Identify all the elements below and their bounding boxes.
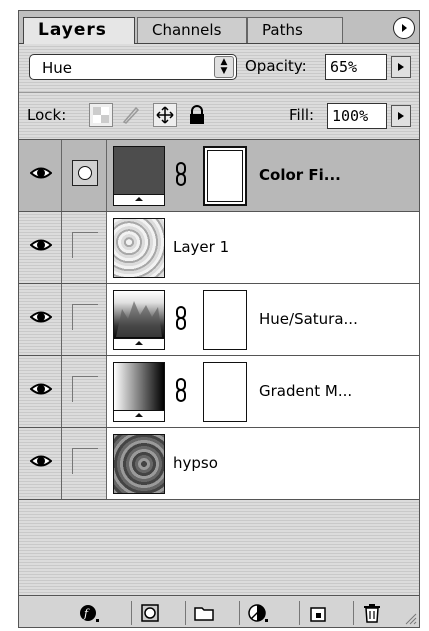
layer-content: Layer 1 <box>107 212 419 283</box>
tab-layers[interactable]: Layers <box>23 17 135 44</box>
resize-grip-icon[interactable] <box>403 611 417 625</box>
visibility-cell[interactable] <box>19 212 62 283</box>
eye-icon <box>30 311 52 323</box>
triangle-right-icon <box>398 112 404 120</box>
layer-name: Color Fi... <box>259 166 341 184</box>
eye-icon <box>30 167 52 179</box>
visibility-cell[interactable] <box>19 356 62 427</box>
new-layer-button[interactable] <box>299 601 336 625</box>
new-group-button[interactable] <box>185 601 222 625</box>
link-cell[interactable] <box>62 140 107 211</box>
lock-position-button[interactable] <box>153 103 177 127</box>
fill-label: Fill: <box>289 106 315 124</box>
chain-link-icon[interactable] <box>175 162 187 186</box>
brush-icon <box>122 106 140 124</box>
layers-list: Color Fi... Layer 1 Hue/Satura... Graden… <box>19 140 419 596</box>
texture-thumbnail <box>113 218 165 278</box>
chain-link-icon[interactable] <box>175 306 187 330</box>
visibility-cell[interactable] <box>19 428 62 499</box>
link-box <box>72 448 98 474</box>
add-mask-button[interactable] <box>131 601 168 625</box>
layer-content: Hue/Satura... <box>107 284 419 355</box>
layer-mask-thumbnail[interactable] <box>203 290 247 350</box>
mask-icon <box>141 604 159 622</box>
blend-mode-select[interactable]: Hue ▲ ▼ <box>29 54 237 80</box>
layer-name: Layer 1 <box>173 238 230 256</box>
link-box <box>72 376 98 402</box>
visibility-cell[interactable] <box>19 284 62 355</box>
lock-pixels-button[interactable] <box>119 103 143 127</box>
fill-slider-button[interactable] <box>391 105 411 127</box>
eye-icon <box>30 383 52 395</box>
link-cell[interactable] <box>62 284 107 355</box>
layer-style-icon: f <box>80 605 99 622</box>
color-fill-thumbnail <box>113 146 165 206</box>
palette-menu-button[interactable] <box>393 17 415 39</box>
layer-mask-thumbnail[interactable] <box>203 146 247 206</box>
tab-bar: Layers Channels Paths <box>19 11 419 44</box>
lock-row: Lock: Fill: 100% <box>19 93 419 140</box>
move-arrows-icon <box>156 106 174 124</box>
eye-icon <box>30 455 52 467</box>
tab-paths[interactable]: Paths <box>247 17 343 43</box>
blend-row: Hue ▲ ▼ Opacity: 65% <box>19 44 419 93</box>
layers-palette: Layers Channels Paths Hue ▲ ▼ Opacity: 65… <box>18 10 420 628</box>
opacity-label: Opacity: <box>245 57 307 75</box>
checkerboard-icon <box>93 107 109 123</box>
texture-thumbnail <box>113 434 165 494</box>
layer-content: hypso <box>107 428 419 499</box>
layer-name: hypso <box>173 454 218 472</box>
padlock-icon <box>190 105 204 124</box>
layer-row-color-fill[interactable]: Color Fi... <box>19 140 419 212</box>
opacity-field[interactable]: 65% <box>325 54 387 80</box>
link-cell[interactable] <box>62 356 107 427</box>
trash-icon <box>364 604 380 623</box>
blend-mode-value: Hue <box>42 59 73 77</box>
layer-name: Hue/Satura... <box>259 310 358 328</box>
opacity-slider-button[interactable] <box>391 56 411 78</box>
lock-label: Lock: <box>27 106 67 124</box>
link-box <box>72 232 98 258</box>
eye-icon <box>30 239 52 251</box>
layer-mask-indicator-icon <box>72 160 98 186</box>
gradient-thumbnail <box>113 362 165 422</box>
layer-row-layer-1[interactable]: Layer 1 <box>19 212 419 284</box>
layer-row-hue-saturation[interactable]: Hue/Satura... <box>19 284 419 356</box>
adjustment-layer-icon <box>248 604 268 622</box>
new-adjustment-layer-button[interactable] <box>239 601 276 625</box>
layer-row-hypso[interactable]: hypso <box>19 428 419 500</box>
chain-link-icon[interactable] <box>175 378 187 402</box>
triangle-right-icon <box>402 24 407 32</box>
bottom-toolbar: f <box>19 597 419 627</box>
layer-name: Gradent M... <box>259 382 353 400</box>
folder-icon <box>194 607 214 621</box>
new-layer-icon <box>310 607 326 622</box>
add-layer-style-button[interactable]: f <box>71 601 107 625</box>
histogram-icon <box>116 301 162 337</box>
adjustment-thumbnail <box>113 290 165 350</box>
link-box <box>72 304 98 330</box>
triangle-right-icon <box>398 63 404 71</box>
up-down-arrows-icon: ▲ ▼ <box>214 56 234 78</box>
lock-transparency-button[interactable] <box>89 103 113 127</box>
delete-layer-button[interactable] <box>353 601 390 625</box>
lock-all-button[interactable] <box>185 103 209 127</box>
link-cell[interactable] <box>62 212 107 283</box>
fill-field[interactable]: 100% <box>327 103 387 129</box>
layer-content: Color Fi... <box>107 140 419 211</box>
visibility-cell[interactable] <box>19 140 62 211</box>
link-cell[interactable] <box>62 428 107 499</box>
layer-mask-thumbnail[interactable] <box>203 362 247 422</box>
tab-channels[interactable]: Channels <box>137 17 247 43</box>
layer-row-gradient-map[interactable]: Gradent M... <box>19 356 419 428</box>
layer-content: Gradent M... <box>107 356 419 427</box>
